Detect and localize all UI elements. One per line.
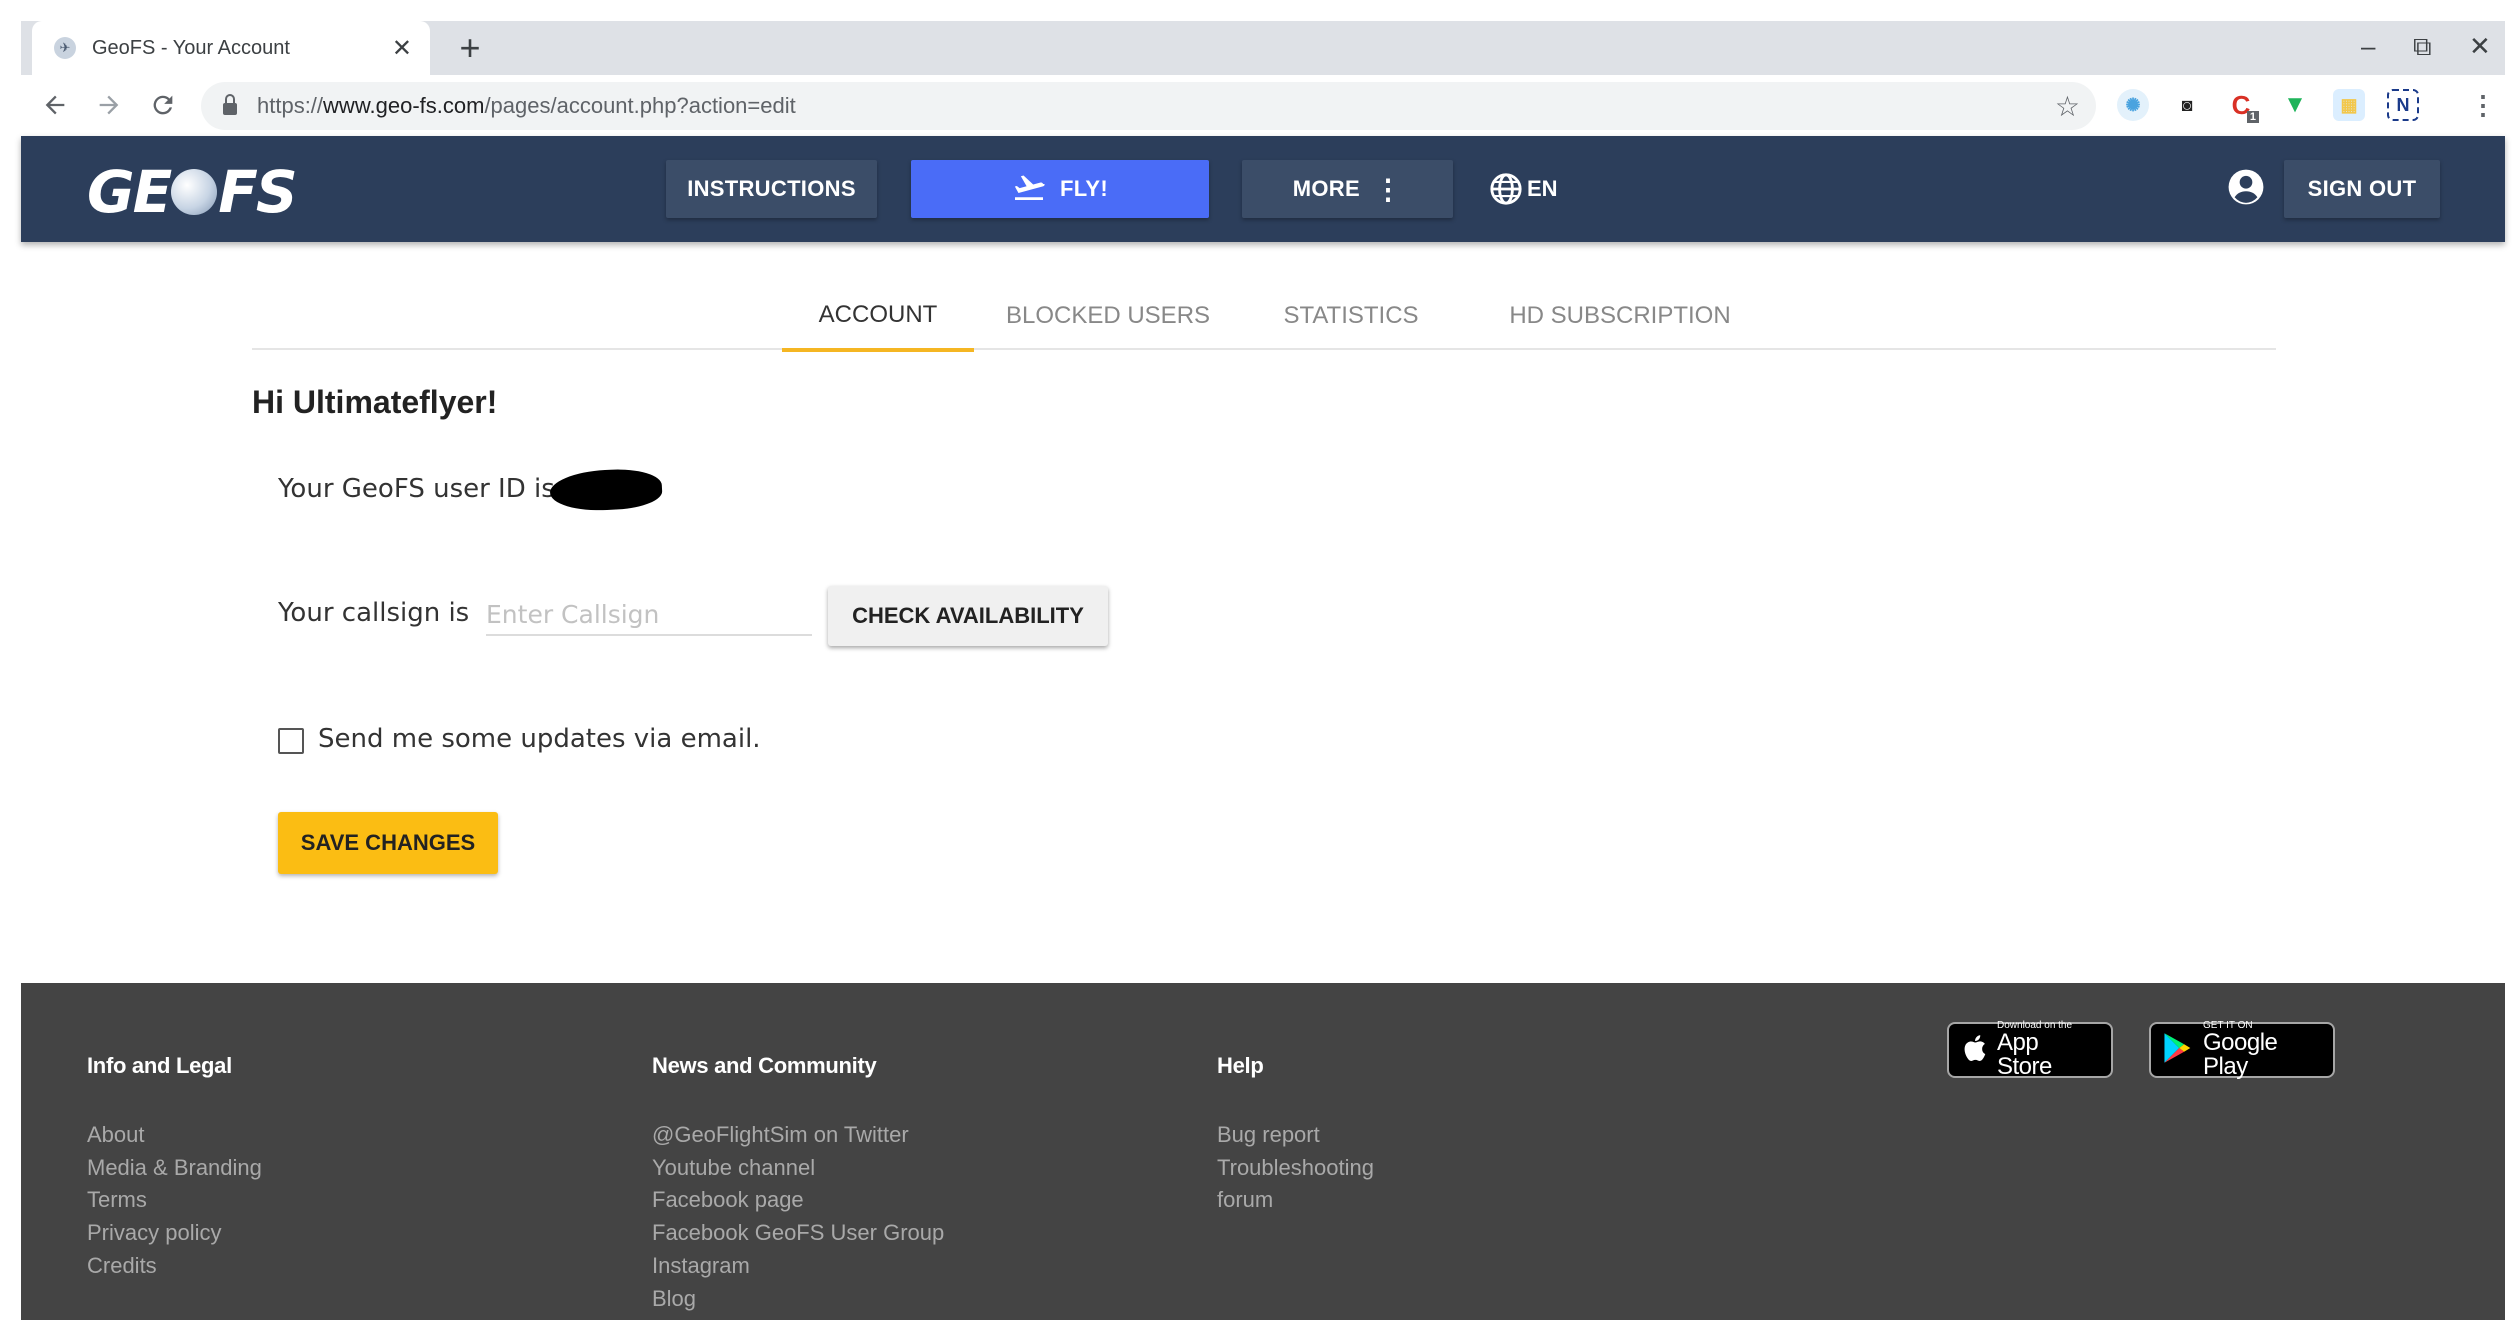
footer-column-info-legal: Info and Legal About Media & Branding Te… — [87, 1053, 262, 1283]
url-path: /pages/account.php?action=edit — [484, 93, 796, 118]
tab-close-icon[interactable]: ✕ — [392, 34, 412, 63]
check-availability-button[interactable]: CHECK AVAILABILITY — [828, 586, 1108, 646]
tab-blocked-users[interactable]: BLOCKED USERS — [1002, 282, 1214, 350]
url-host: www.geo-fs.com — [323, 93, 485, 118]
footer-link-terms[interactable]: Terms — [87, 1184, 262, 1217]
footer-link-credits[interactable]: Credits — [87, 1250, 262, 1283]
window-close-icon[interactable]: ✕ — [2469, 31, 2491, 62]
lock-icon — [223, 94, 237, 115]
footer-link-privacy[interactable]: Privacy policy — [87, 1217, 262, 1250]
footer-link-instagram[interactable]: Instagram — [652, 1250, 944, 1283]
callsign-label: Your callsign is — [278, 598, 470, 628]
new-tab-button[interactable]: + — [449, 27, 491, 69]
extension-notion-icon[interactable]: N — [2387, 89, 2419, 121]
site-footer: Info and Legal About Media & Branding Te… — [21, 983, 2505, 1320]
account-tabs: ACCOUNT BLOCKED USERS STATISTICS HD SUBS… — [252, 282, 2276, 352]
fly-button[interactable]: FLY! — [911, 160, 1209, 218]
footer-link-about[interactable]: About — [87, 1119, 262, 1152]
extension-globe-icon[interactable]: ✺ — [2117, 89, 2149, 121]
footer-link-youtube[interactable]: Youtube channel — [652, 1152, 944, 1185]
footer-link-blog[interactable]: Blog — [652, 1283, 944, 1316]
browser-menu-icon[interactable]: ⋮ — [2467, 89, 2499, 121]
sign-out-button[interactable]: SIGN OUT — [2284, 160, 2440, 218]
bookmark-star-icon[interactable]: ☆ — [2055, 90, 2080, 123]
browser-tab-title: GeoFS - Your Account — [92, 36, 290, 59]
footer-link-bug-report[interactable]: Bug report — [1217, 1119, 1374, 1152]
save-changes-button[interactable]: SAVE CHANGES — [278, 812, 498, 874]
google-play-badge[interactable]: GET IT ON Google Play — [2149, 1021, 2335, 1080]
globe-language-icon — [1490, 173, 1522, 205]
email-updates-checkbox[interactable] — [278, 728, 304, 754]
footer-column-news-community: News and Community @GeoFlightSim on Twit… — [652, 1053, 944, 1315]
apple-icon — [1961, 1033, 1987, 1068]
app-store-big-text: App Store — [1997, 1029, 2052, 1080]
redacted-user-id — [549, 467, 663, 513]
page-title: Hi Ultimateflyer! — [252, 384, 498, 420]
browser-tab[interactable]: ✈ GeoFS - Your Account ✕ — [32, 21, 430, 75]
google-play-icon — [2163, 1032, 2193, 1069]
footer-column-help: Help Bug report Troubleshooting forum — [1217, 1053, 1374, 1217]
extension-badge: 1 — [2246, 111, 2259, 123]
footer-heading: Help — [1217, 1053, 1264, 1078]
tab-statistics[interactable]: STATISTICS — [1272, 282, 1430, 350]
reload-icon[interactable] — [141, 83, 185, 127]
extension-red-icon[interactable]: C1 — [2225, 89, 2259, 123]
footer-heading: News and Community — [652, 1053, 877, 1078]
geofs-favicon-icon: ✈ — [54, 37, 76, 59]
minimize-icon[interactable]: – — [2361, 31, 2375, 62]
callsign-input[interactable] — [486, 594, 812, 636]
instructions-button[interactable]: INSTRUCTIONS — [666, 160, 877, 218]
geofs-logo[interactable]: GE FS — [87, 158, 298, 226]
tab-account[interactable]: ACCOUNT — [782, 282, 974, 352]
extension-image-icon[interactable]: ▦ — [2333, 89, 2365, 121]
browser-toolbar: https:// www.geo-fs.com /pages/account.p… — [21, 75, 2505, 136]
email-updates-label: Send me some updates via email. — [318, 724, 761, 754]
footer-link-media-branding[interactable]: Media & Branding — [87, 1152, 262, 1185]
footer-link-twitter[interactable]: @GeoFlightSim on Twitter — [652, 1119, 944, 1152]
browser-tab-strip: ✈ GeoFS - Your Account ✕ + – ⧉ ✕ — [21, 21, 2505, 75]
more-button[interactable]: MORE ⋮ — [1242, 160, 1453, 218]
tab-hd-subscription[interactable]: HD SUBSCRIPTION — [1485, 282, 1755, 350]
google-play-big-text: Google Play — [2203, 1029, 2278, 1080]
plane-takeoff-icon — [1012, 172, 1046, 207]
footer-link-facebook-page[interactable]: Facebook page — [652, 1184, 944, 1217]
globe-icon — [171, 169, 218, 215]
footer-heading: Info and Legal — [87, 1053, 232, 1078]
account-circle-icon[interactable] — [2227, 168, 2265, 206]
footer-link-facebook-group[interactable]: Facebook GeoFS User Group — [652, 1217, 944, 1250]
extension-vue-icon[interactable]: ▼ — [2279, 89, 2311, 121]
restore-icon[interactable]: ⧉ — [2413, 31, 2432, 63]
footer-link-troubleshooting[interactable]: Troubleshooting — [1217, 1152, 1374, 1185]
app-store-badge[interactable]: Download on the App Store — [1947, 1021, 2113, 1080]
site-header: GE FS INSTRUCTIONS FLY! MORE ⋮ EN SIGN OU… — [21, 136, 2505, 242]
extension-mask-icon[interactable]: ◙ — [2171, 89, 2203, 121]
back-arrow-icon[interactable] — [33, 83, 77, 127]
forward-arrow-icon[interactable] — [87, 83, 131, 127]
more-vertical-icon: ⋮ — [1373, 173, 1403, 205]
user-id-label: Your GeoFS user ID is — [278, 474, 555, 504]
url-prefix: https:// — [257, 93, 324, 118]
address-bar[interactable]: https:// www.geo-fs.com /pages/account.p… — [201, 82, 2096, 130]
footer-link-forum[interactable]: forum — [1217, 1184, 1374, 1217]
language-selector[interactable]: EN — [1489, 164, 1558, 214]
